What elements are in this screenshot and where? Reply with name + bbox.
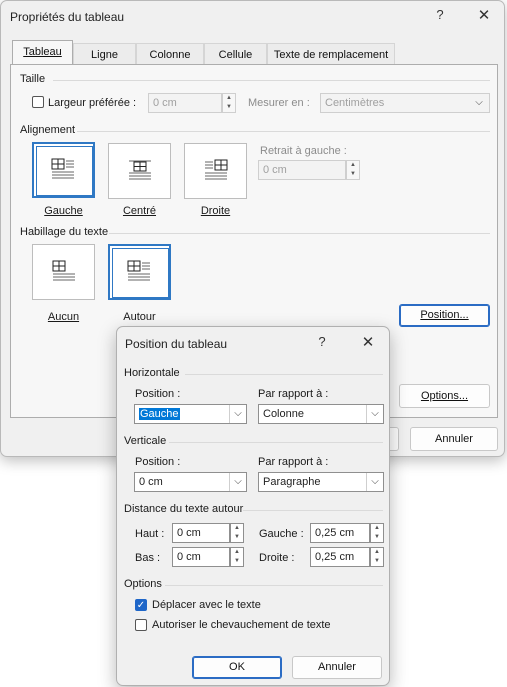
bottom-distance-label: Bas : <box>135 552 161 564</box>
align-center-label: Centré <box>122 205 157 217</box>
group-vertical-label: Verticale <box>124 435 167 447</box>
separator <box>165 585 383 586</box>
spin-up-icon[interactable]: ▲ <box>371 548 383 557</box>
chevron-down-icon: ⌵ <box>475 97 483 108</box>
spin-down-icon[interactable]: ▼ <box>231 533 243 542</box>
horizontal-position-label: Position : <box>135 388 181 400</box>
position-button[interactable]: Position... <box>399 304 490 327</box>
spin-down-icon[interactable]: ▼ <box>231 557 243 566</box>
group-wrapping-label: Habillage du texte <box>20 226 109 238</box>
preferred-width-checkbox[interactable] <box>32 96 44 108</box>
align-left-option[interactable] <box>32 142 95 198</box>
separator <box>53 80 490 81</box>
spin-up-icon[interactable]: ▲ <box>347 161 359 170</box>
spin-down-icon[interactable]: ▼ <box>371 557 383 566</box>
cancel-button[interactable]: Annuler <box>410 427 498 451</box>
tab-ligne[interactable]: Ligne <box>73 43 136 65</box>
cancel-button[interactable]: Annuler <box>292 656 382 679</box>
left-distance-label: Gauche : <box>259 528 304 540</box>
separator <box>109 233 490 234</box>
left-distance-field[interactable]: 0,25 cm <box>310 523 370 543</box>
move-with-text-label: Déplacer avec le texte <box>152 599 261 611</box>
spin-up-icon[interactable]: ▲ <box>231 548 243 557</box>
chevron-down-icon[interactable]: ⌵ <box>366 405 383 423</box>
spin-up-icon[interactable]: ▲ <box>371 524 383 533</box>
close-button[interactable]: ✕ <box>357 333 379 351</box>
align-center-icon <box>129 160 151 180</box>
spin-down-icon[interactable]: ▼ <box>347 170 359 179</box>
group-horizontal-label: Horizontale <box>124 367 180 379</box>
top-distance-spinner[interactable]: ▲ ▼ <box>230 523 244 543</box>
horizontal-relative-select[interactable]: Colonne ⌵ <box>258 404 384 424</box>
wrap-none-icon <box>52 260 75 281</box>
chevron-down-icon[interactable]: ⌵ <box>229 473 246 491</box>
wrap-around-icon <box>127 260 150 281</box>
wrap-none-option[interactable] <box>32 244 95 300</box>
chevron-down-icon[interactable]: ⌵ <box>229 405 246 423</box>
checkmark-icon: ✓ <box>136 600 146 611</box>
table-position-dialog: Position du tableau ? ✕ Horizontale Posi… <box>116 326 390 686</box>
preferred-width-field[interactable]: 0 cm <box>148 93 222 113</box>
measure-in-select[interactable]: Centimètres ⌵ <box>320 93 490 113</box>
separator <box>185 374 383 375</box>
left-distance-spinner[interactable]: ▲ ▼ <box>370 523 384 543</box>
allow-overlap-label: Autoriser le chevauchement de texte <box>152 619 331 631</box>
chevron-down-icon[interactable]: ⌵ <box>366 473 383 491</box>
top-distance-field[interactable]: 0 cm <box>172 523 230 543</box>
horizontal-position-combo[interactable]: Gauche ⌵ <box>134 404 247 424</box>
options-button[interactable]: Options... <box>399 384 490 408</box>
group-size-label: Taille <box>20 73 46 85</box>
ok-button[interactable]: OK <box>192 656 282 679</box>
separator <box>77 131 490 132</box>
top-distance-label: Haut : <box>135 528 165 540</box>
vertical-position-label: Position : <box>135 456 181 468</box>
help-button[interactable]: ? <box>312 334 332 349</box>
align-left-icon <box>51 158 74 179</box>
separator <box>243 510 383 511</box>
preferred-width-spinner[interactable]: ▲ ▼ <box>222 93 236 113</box>
preferred-width-label: Largeur préférée : <box>48 97 137 109</box>
group-alignment-label: Alignement <box>20 124 76 136</box>
left-indent-spinner[interactable]: ▲ ▼ <box>346 160 360 180</box>
wrap-none-label: Aucun <box>47 311 80 323</box>
tab-cellule[interactable]: Cellule <box>204 43 267 65</box>
horizontal-relative-label: Par rapport à : <box>258 388 329 400</box>
bottom-distance-field[interactable]: 0 cm <box>172 547 230 567</box>
measure-in-label: Mesurer en : <box>248 97 310 109</box>
spin-down-icon[interactable]: ▼ <box>223 103 235 112</box>
sub-dialog-title: Position du tableau <box>125 337 228 351</box>
bottom-distance-spinner[interactable]: ▲ ▼ <box>230 547 244 567</box>
close-icon: ✕ <box>477 7 491 24</box>
group-options-label: Options <box>124 578 162 590</box>
allow-overlap-checkbox[interactable] <box>135 619 147 631</box>
align-right-icon <box>205 159 228 180</box>
vertical-relative-label: Par rapport à : <box>258 456 329 468</box>
right-distance-label: Droite : <box>259 552 295 564</box>
right-distance-field[interactable]: 0,25 cm <box>310 547 370 567</box>
close-button[interactable]: ✕ <box>473 6 495 24</box>
left-indent-field[interactable]: 0 cm <box>258 160 346 180</box>
tab-texte-remplacement[interactable]: Texte de remplacement <box>267 43 395 65</box>
spin-up-icon[interactable]: ▲ <box>231 524 243 533</box>
vertical-position-combo[interactable]: 0 cm ⌵ <box>134 472 247 492</box>
separator <box>169 442 383 443</box>
spin-up-icon[interactable]: ▲ <box>223 94 235 103</box>
left-indent-label: Retrait à gauche : <box>260 145 347 157</box>
help-button[interactable]: ? <box>429 7 451 22</box>
align-center-option[interactable] <box>108 143 171 199</box>
align-left-label: Gauche <box>44 205 83 217</box>
wrap-around-option[interactable] <box>108 244 171 300</box>
align-right-label: Droite <box>200 205 231 217</box>
group-distance-label: Distance du texte autour <box>124 503 244 515</box>
spin-down-icon[interactable]: ▼ <box>371 533 383 542</box>
right-distance-spinner[interactable]: ▲ ▼ <box>370 547 384 567</box>
tab-colonne[interactable]: Colonne <box>136 43 204 65</box>
close-icon: ✕ <box>361 334 375 351</box>
vertical-relative-select[interactable]: Paragraphe ⌵ <box>258 472 384 492</box>
align-right-option[interactable] <box>184 143 247 199</box>
dialog-title: Propriétés du tableau <box>10 10 125 24</box>
move-with-text-checkbox[interactable]: ✓ <box>135 599 147 611</box>
wrap-around-label: Autour <box>123 311 156 323</box>
tab-tableau[interactable]: Tableau <box>12 40 73 65</box>
